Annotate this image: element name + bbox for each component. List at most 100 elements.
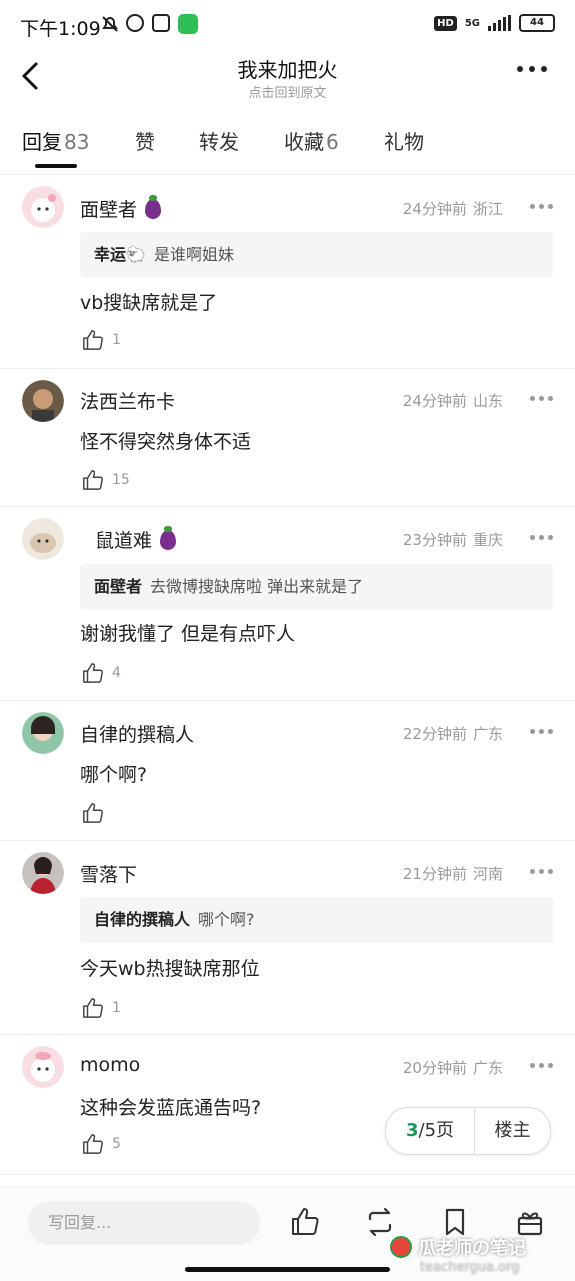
- tab-reposts[interactable]: 转发: [199, 126, 239, 155]
- quoted-reply[interactable]: 自律的撰稿人 哪个啊?: [80, 897, 553, 943]
- status-time: 下午1:09: [20, 18, 101, 40]
- comment-author[interactable]: 面壁者: [80, 195, 162, 222]
- comment-more-icon[interactable]: [530, 729, 553, 734]
- home-indicator[interactable]: [185, 1267, 390, 1272]
- comment-author[interactable]: momo: [80, 1054, 140, 1076]
- like-count: 15: [112, 472, 130, 488]
- comment-text: 哪个啊?: [80, 764, 148, 786]
- thumbs-up-icon: [83, 1134, 103, 1154]
- repost-icon: [368, 1207, 392, 1237]
- comment-meta: 21分钟前 河南: [402, 865, 503, 883]
- tab-gifts[interactable]: 礼物: [384, 126, 424, 155]
- gift-button[interactable]: [515, 1207, 545, 1237]
- thumbs-up-icon: [83, 470, 103, 490]
- tab-label: 收藏: [284, 130, 324, 154]
- like-count: 1: [112, 1000, 121, 1016]
- thumbs-up-icon: [83, 998, 103, 1018]
- like-button[interactable]: 4: [82, 662, 121, 684]
- alarm-icon: [126, 14, 144, 32]
- bookmark-button[interactable]: [440, 1207, 470, 1237]
- comment-meta: 23分钟前 重庆: [402, 531, 503, 549]
- like-button[interactable]: 1: [82, 329, 121, 351]
- comment-more-icon[interactable]: [530, 204, 553, 209]
- nfc-icon: [152, 14, 170, 32]
- comment-meta: 20分钟前 广东: [402, 1059, 503, 1077]
- back-to-original-link[interactable]: 点击回到原文: [0, 82, 575, 101]
- like-button[interactable]: 5: [82, 1133, 121, 1155]
- comment-text: 谢谢我懂了 但是有点吓人: [80, 623, 296, 645]
- comment-author[interactable]: 法西兰布卡: [80, 387, 175, 414]
- page-navigator: 3/5页 楼主: [385, 1107, 551, 1155]
- thumbs-up-icon: [83, 330, 103, 350]
- hd-badge: HD: [434, 15, 457, 31]
- thumbs-up-icon: [83, 803, 103, 823]
- page-indicator[interactable]: 3/5页: [386, 1108, 475, 1154]
- avatar[interactable]: [22, 380, 64, 422]
- avatar[interactable]: [22, 518, 64, 560]
- comment-more-icon[interactable]: [530, 535, 553, 540]
- comment-item: 鼠道难 23分钟前 重庆 面壁者 去微博搜缺席啦 弹出来就是了 谢谢我懂了 但是有点…: [0, 506, 575, 701]
- tab-count: 6: [326, 130, 339, 154]
- like-button[interactable]: 15: [82, 469, 130, 491]
- like-count: 4: [112, 665, 121, 681]
- watermark-title: 瓜老师の笔记: [418, 1238, 526, 1259]
- comment-text: 今天wb热搜缺席那位: [80, 958, 260, 980]
- tab-count: 83: [64, 130, 90, 154]
- comment-author[interactable]: 雪落下: [80, 860, 137, 887]
- comment-more-icon[interactable]: [530, 869, 553, 874]
- quoted-reply[interactable]: 面壁者 去微博搜缺席啦 弹出来就是了: [80, 564, 553, 610]
- like-count: 5: [112, 1136, 121, 1152]
- watermark-site: teachergua.org: [420, 1260, 520, 1275]
- thumbs-up-icon: [83, 663, 103, 683]
- tab-favorites[interactable]: 收藏 6: [284, 126, 339, 155]
- comment-meta: 24分钟前 山东: [402, 392, 503, 410]
- comment-item: 自律的撰稿人 22分钟前 广东 哪个啊?: [0, 700, 575, 841]
- status-bar: 下午1:09 HD 5G 44: [0, 0, 575, 52]
- comment-item: 法西兰布卡 24分钟前 山东 怪不得突然身体不适 15: [0, 368, 575, 507]
- battery-icon: 44: [519, 14, 555, 32]
- status-right: HD 5G 44: [434, 14, 555, 32]
- divider: [0, 174, 575, 175]
- comment-more-icon[interactable]: [530, 1063, 553, 1068]
- vip-badge-icon: [160, 526, 177, 550]
- like-button[interactable]: [82, 802, 112, 824]
- tab-label: 礼物: [384, 130, 424, 154]
- owner-only-button[interactable]: 楼主: [475, 1108, 550, 1154]
- tab-bar: 回复 83 赞 转发 收藏 6 礼物: [0, 124, 575, 172]
- tab-label: 回复: [22, 130, 62, 154]
- like-count: 1: [112, 332, 121, 348]
- avatar[interactable]: [22, 186, 64, 228]
- vip-badge-icon: [145, 195, 162, 219]
- comment-more-icon[interactable]: [530, 396, 553, 401]
- comment-item: 雪落下 21分钟前 河南 自律的撰稿人 哪个啊? 今天wb热搜缺席那位 1: [0, 840, 575, 1035]
- repost-button[interactable]: [365, 1207, 395, 1237]
- comment-author[interactable]: 自律的撰稿人: [80, 720, 194, 747]
- like-button[interactable]: 1: [82, 997, 121, 1019]
- page-title: 我来加把火: [237, 58, 338, 82]
- signal-icon: [488, 15, 511, 31]
- thumbs-up-icon: [292, 1208, 319, 1235]
- tab-replies[interactable]: 回复 83: [22, 126, 89, 155]
- comment-text: 怪不得突然身体不适: [80, 431, 252, 453]
- comment-text: vb搜缺席就是了: [80, 292, 218, 314]
- status-icons: [100, 14, 198, 34]
- tab-likes[interactable]: 赞: [135, 126, 155, 155]
- gift-icon: [517, 1212, 543, 1236]
- comment-meta: 22分钟前 广东: [402, 725, 503, 743]
- comment-meta: 24分钟前 浙江: [402, 200, 503, 218]
- active-tab-indicator: [35, 164, 77, 168]
- avatar[interactable]: [22, 712, 64, 754]
- tab-label: 赞: [135, 130, 155, 154]
- avatar[interactable]: [22, 852, 64, 894]
- nav-bar: 我来加把火 点击回到原文: [0, 52, 575, 108]
- watermelon-logo-icon: [390, 1236, 412, 1258]
- bookmark-icon: [445, 1208, 465, 1236]
- mute-icon: [100, 14, 118, 32]
- more-options-icon[interactable]: [517, 66, 547, 72]
- comment-author[interactable]: 鼠道难: [95, 526, 177, 553]
- avatar[interactable]: [22, 1046, 64, 1088]
- reply-input[interactable]: 写回复...: [28, 1201, 260, 1245]
- like-post-button[interactable]: [290, 1207, 320, 1237]
- comment-text: 这种会发蓝底通告吗?: [80, 1097, 262, 1119]
- quoted-reply[interactable]: 幸运🐑 是谁啊姐妹: [80, 232, 553, 278]
